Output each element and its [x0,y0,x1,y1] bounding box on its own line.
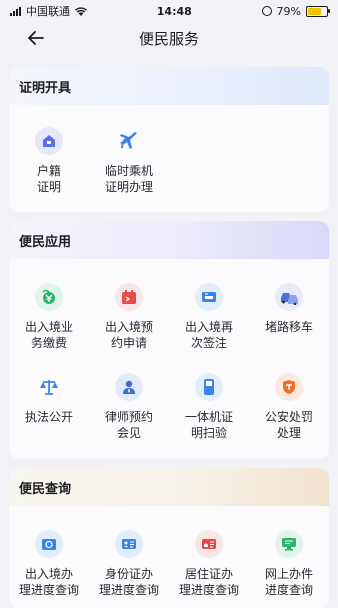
section-title: 证明开具 [19,80,72,96]
status-bar: 中国联通 14:48 79% [0,0,338,22]
passport-icon [35,530,63,558]
service-label: 堵路移车 [264,320,313,334]
section-header: 便民应用 [9,221,329,259]
service-label: 网上办件 进度查询 [264,567,313,597]
service-item-penalty-handling[interactable]: 公安处罚 处理 [249,373,329,441]
service-label: 一体机证 明扫验 [184,410,233,440]
scale-icon [35,373,63,401]
back-arrow-icon [28,31,44,45]
service-item-exit-entry-progress[interactable]: 出入境办 理进度查询 [9,530,89,598]
service-item-online-case-progress[interactable]: 网上办件 进度查询 [249,530,329,598]
section-header: 证明开具 [9,67,329,105]
battery-icon [306,5,330,17]
service-item-exit-entry-payment[interactable]: 出入境业 务缴费 [9,283,89,351]
service-item-household-certificate[interactable]: 户籍 证明 [9,127,89,195]
house-icon [35,127,63,155]
service-label: 律师预约 会见 [104,410,153,440]
badge-icon [275,373,303,401]
service-label: 户籍 证明 [36,164,61,194]
service-label: 公安处罚 处理 [264,410,313,440]
service-item-id-card-progress[interactable]: 身份证办 理进度查询 [89,530,169,598]
calendar-icon [115,283,143,311]
car-icon [275,283,303,311]
section-convenience-apps: 便民应用 出入境业 务缴费 出入境预 约申请 出入境再 次签注 堵路移车 执法公… [9,221,329,459]
service-label: 执法公开 [24,410,73,424]
service-item-residence-permit-progress[interactable]: 居住证办 理进度查询 [169,530,249,598]
scanner-icon [195,373,223,401]
service-item-re-endorsement[interactable]: 出入境再 次签注 [169,283,249,351]
service-label: 出入境再 次签注 [184,320,233,350]
section-header: 便民查询 [9,468,329,506]
service-item-exit-entry-appointment[interactable]: 出入境预 约申请 [89,283,169,351]
service-label: 身份证办 理进度查询 [98,567,159,597]
status-time: 14:48 [156,4,192,18]
service-item-flight-certificate[interactable]: 临时乘机 证明办理 [89,127,169,195]
service-item-law-enforcement-public[interactable]: 执法公开 [9,373,89,441]
section-certificates: 证明开具 户籍 证明 临时乘机 证明办理 [9,67,329,212]
service-label: 出入境办 理进度查询 [18,567,79,597]
page-title: 便民服务 [138,29,199,48]
service-label: 出入境预 约申请 [104,320,153,350]
service-item-move-car[interactable]: 堵路移车 [249,283,329,351]
residence-card-icon [195,530,223,558]
battery-percent: 79% [276,4,301,18]
id-card-icon [115,530,143,558]
ticket-icon [195,283,223,311]
computer-icon [275,530,303,558]
service-label: 出入境业 务缴费 [24,320,73,350]
signal-icon [10,6,21,16]
lawyer-icon [115,373,143,401]
service-item-lawyer-appointment[interactable]: 律师预约 会见 [89,373,169,441]
carrier-label: 中国联通 [26,5,70,18]
service-label: 居住证办 理进度查询 [178,567,239,597]
back-button[interactable] [24,26,48,50]
money-icon [35,283,63,311]
service-item-kiosk-scan[interactable]: 一体机证 明扫验 [169,373,249,441]
nav-bar: 便民服务 [0,22,338,54]
section-title: 便民应用 [19,234,72,250]
section-title: 便民查询 [19,481,72,497]
wifi-icon [75,6,87,16]
section-convenience-queries: 便民查询 出入境办 理进度查询 身份证办 理进度查询 居住证办 理进度查询 网上… [9,468,329,608]
airplane-icon [115,127,143,155]
service-label: 临时乘机 证明办理 [104,164,153,194]
orientation-lock-icon [261,6,272,16]
